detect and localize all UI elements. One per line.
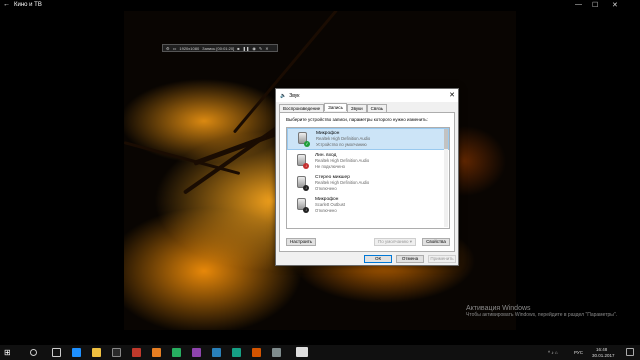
unplugged-icon: ↓ bbox=[303, 163, 309, 169]
tab-bar: Воспроизведение Запись Звуки Связь bbox=[279, 103, 388, 112]
device-item-stereo-mix[interactable]: ↓ Стерео микшер Realtek High Definition … bbox=[287, 172, 449, 194]
device-driver: Realtek High Definition Audio bbox=[315, 158, 370, 164]
tab-recording[interactable]: Запись bbox=[324, 103, 347, 111]
device-status: Устройство по умолчанию bbox=[316, 141, 367, 147]
close-button[interactable]: ✕ bbox=[612, 1, 618, 9]
device-status: Не подключено bbox=[315, 163, 345, 169]
notifications-icon[interactable] bbox=[626, 348, 634, 356]
microphone-icon: ↓ bbox=[295, 197, 309, 213]
tab-communications[interactable]: Связь bbox=[366, 104, 388, 112]
dialog-titlebar: 🔈 Звук bbox=[276, 89, 458, 102]
tray-icons[interactable]: ^ ♪ ⌂ bbox=[548, 350, 558, 355]
apply-button[interactable]: Применить bbox=[428, 255, 456, 263]
tab-sounds[interactable]: Звуки bbox=[346, 104, 367, 112]
dialog-title: Звук bbox=[289, 92, 300, 99]
activation-title: Активация Windows bbox=[466, 305, 531, 312]
cancel-button[interactable]: Отмена bbox=[396, 255, 424, 263]
language-indicator[interactable]: РУС bbox=[574, 350, 583, 355]
microphone-icon: ✓ bbox=[296, 131, 310, 147]
activation-watermark: Активация Windows Чтобы активировать Win… bbox=[466, 305, 617, 319]
taskbar: ⊞ ^ ♪ ⌂ РУС 16:48 30.01.2017 bbox=[0, 345, 640, 360]
tab-playback[interactable]: Воспроизведение bbox=[279, 104, 325, 112]
clock-date[interactable]: 30.01.2017 bbox=[592, 353, 615, 358]
app-icon[interactable] bbox=[252, 348, 261, 357]
task-view-icon[interactable] bbox=[52, 348, 61, 357]
app-icon[interactable] bbox=[272, 348, 281, 357]
device-list[interactable]: ✓ Микрофон Realtek High Definition Audio… bbox=[286, 127, 450, 229]
clock-time[interactable]: 16:48 bbox=[596, 347, 607, 352]
recording-panel: Выберите устройство записи, параметры ко… bbox=[279, 112, 455, 252]
device-driver: Realtek High Definition Audio bbox=[315, 180, 370, 186]
file-explorer-icon[interactable] bbox=[92, 348, 101, 357]
device-item-microphone-scarlett[interactable]: ↓ Микрофон Scarlett Outbust Отключено bbox=[287, 194, 449, 216]
maximize-button[interactable]: ☐ bbox=[592, 1, 598, 9]
disabled-icon: ↓ bbox=[303, 185, 309, 191]
configure-button[interactable]: Настроить bbox=[286, 238, 316, 246]
app-titlebar: ← Кино и ТВ — ☐ ✕ bbox=[0, 0, 640, 11]
stereo-mix-icon: ↓ bbox=[295, 175, 309, 191]
search-icon[interactable] bbox=[30, 349, 37, 356]
camera-icon[interactable]: ◉ bbox=[252, 46, 256, 51]
app-icon[interactable] bbox=[212, 348, 221, 357]
device-list-scrollbar[interactable] bbox=[444, 129, 448, 227]
dialog-close-button[interactable]: ✕ bbox=[449, 91, 455, 99]
device-status: Отключено bbox=[315, 185, 337, 191]
device-item-microphone-realtek[interactable]: ✓ Микрофон Realtek High Definition Audio… bbox=[287, 128, 449, 150]
movies-tv-icon[interactable] bbox=[296, 347, 308, 357]
app-icon[interactable] bbox=[172, 348, 181, 357]
properties-button[interactable]: Свойства bbox=[422, 238, 450, 246]
resolution-label: 1920x1080 bbox=[179, 45, 200, 51]
app-icon[interactable] bbox=[152, 348, 161, 357]
device-item-line-in[interactable]: ↓ Лин. вход Realtek High Definition Audi… bbox=[287, 150, 449, 172]
default-check-icon: ✓ bbox=[304, 141, 310, 147]
minimize-button[interactable]: — bbox=[575, 1, 582, 8]
sound-dialog: 🔈 Звук ✕ Воспроизведение Запись Звуки Св… bbox=[275, 88, 459, 266]
recording-toolbar[interactable]: ⚙ ▭ 1920x1080 Запись [00:01:20] ■ ❚❚ ◉ ✎… bbox=[162, 44, 278, 52]
app-icon[interactable] bbox=[232, 348, 241, 357]
device-status: Отключено bbox=[315, 207, 337, 213]
app-title: Кино и ТВ bbox=[14, 2, 42, 8]
device-driver: Realtek High Definition Audio bbox=[316, 136, 371, 142]
tree-branch bbox=[124, 141, 241, 176]
recording-status: Запись [00:01:20] bbox=[202, 45, 235, 51]
edge-icon[interactable] bbox=[72, 348, 81, 357]
screen-icon[interactable]: ▭ bbox=[173, 46, 177, 51]
disabled-icon: ↓ bbox=[303, 207, 309, 213]
device-driver: Scarlett Outbust bbox=[315, 202, 346, 208]
start-icon[interactable]: ⊞ bbox=[4, 348, 13, 357]
pen-icon[interactable]: ✎ bbox=[259, 46, 262, 51]
media-icon[interactable] bbox=[132, 348, 141, 357]
close-icon[interactable]: ✕ bbox=[265, 46, 268, 51]
stop-icon[interactable]: ■ bbox=[237, 46, 239, 51]
activation-subtitle: Чтобы активировать Windows, перейдите в … bbox=[466, 312, 618, 318]
settings-icon[interactable]: ⚙ bbox=[166, 46, 170, 51]
ok-button[interactable]: ОК bbox=[364, 255, 392, 263]
set-default-button[interactable]: По умолчанию ▾ bbox=[374, 238, 416, 246]
back-button[interactable]: ← bbox=[3, 1, 10, 8]
app-icon[interactable] bbox=[192, 348, 201, 357]
pause-icon[interactable]: ❚❚ bbox=[243, 46, 250, 51]
scrollbar-thumb[interactable] bbox=[444, 129, 448, 149]
instruction-text: Выберите устройство записи, параметры ко… bbox=[286, 117, 428, 122]
store-icon[interactable] bbox=[112, 348, 121, 357]
line-in-icon: ↓ bbox=[295, 153, 309, 169]
speaker-icon: 🔈 bbox=[280, 92, 287, 99]
